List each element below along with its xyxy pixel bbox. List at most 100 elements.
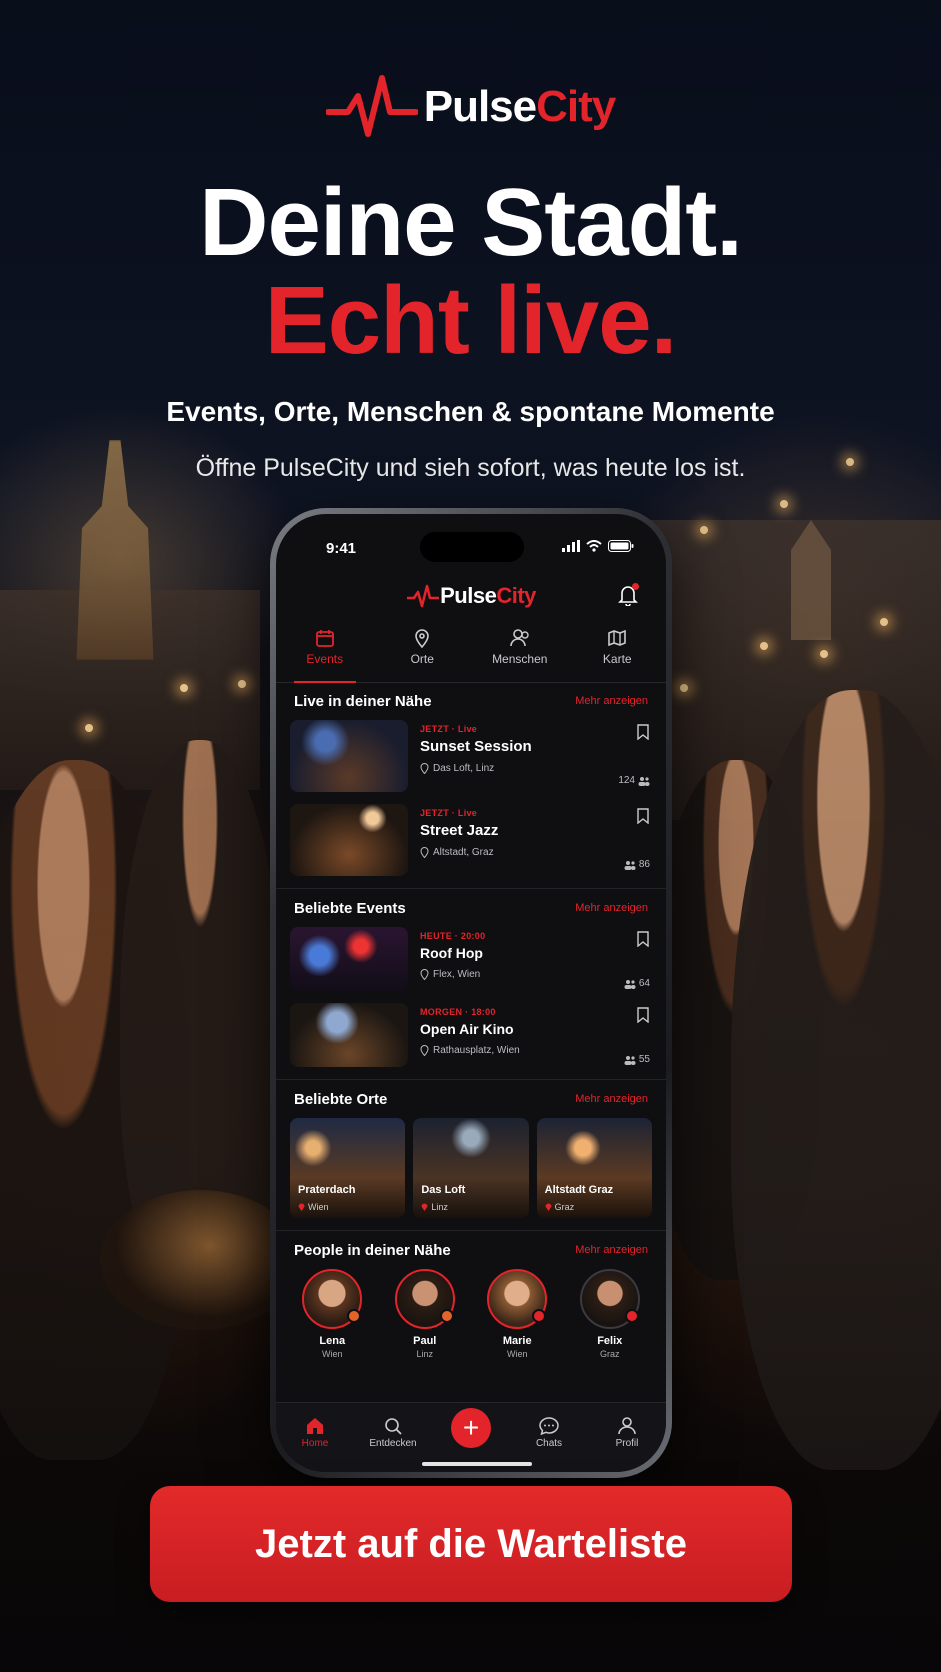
event-card[interactable]: JETZT · Live Street Jazz Altstadt, Graz … — [290, 804, 652, 878]
signal-icon — [562, 540, 580, 552]
status-badge — [532, 1309, 547, 1323]
person-name: Marie — [502, 1335, 532, 1347]
event-title: Street Jazz — [420, 822, 499, 839]
attendee-count: 86 — [624, 859, 650, 870]
section-live-header: Live in deiner Nähe Mehr anzeigen — [276, 682, 666, 720]
location-text: Flex, Wien — [433, 969, 481, 980]
event-card[interactable]: JETZT · Live Sunset Session Das Loft, Li… — [290, 720, 652, 794]
person-item[interactable]: Felix Graz — [570, 1269, 650, 1359]
nav-home[interactable]: Home — [285, 1417, 345, 1449]
people-icon — [638, 776, 650, 786]
notification-button[interactable] — [618, 583, 639, 611]
section-title: Beliebte Events — [294, 899, 406, 917]
nav-entdecken[interactable]: Entdecken — [363, 1417, 423, 1449]
person-item[interactable]: Paul Linz — [385, 1269, 465, 1359]
place-city: Wien — [298, 1202, 329, 1212]
place-city: Graz — [545, 1202, 575, 1212]
location-text: Altstadt, Graz — [433, 847, 494, 858]
place-name: Altstadt Graz — [544, 1184, 614, 1196]
location-text: Rathausplatz, Wien — [433, 1045, 520, 1056]
place-city-text: Linz — [431, 1202, 448, 1212]
event-title: Roof Hop — [420, 945, 483, 961]
bookmark-icon[interactable] — [636, 1007, 650, 1023]
waitlist-button[interactable]: Jetzt auf die Warteliste — [150, 1486, 792, 1602]
avatar — [487, 1269, 548, 1329]
section-title: Beliebte Orte — [294, 1090, 388, 1108]
person-name: Lena — [319, 1335, 346, 1347]
plus-icon: + — [451, 1407, 491, 1448]
subtitle: Events, Orte, Menschen & spontane Moment… — [166, 396, 775, 427]
app-wordmark: PulseCity — [440, 583, 536, 609]
more-link[interactable]: Mehr anzeigen — [575, 1093, 648, 1105]
person-city: Graz — [599, 1349, 620, 1359]
avatar — [302, 1269, 363, 1329]
nav-label: Chats — [535, 1437, 563, 1449]
nav-profil[interactable]: Profil — [597, 1416, 657, 1449]
place-card[interactable]: Altstadt Graz Graz — [536, 1118, 652, 1218]
nav-chats[interactable]: Chats — [519, 1416, 579, 1449]
more-link[interactable]: Mehr anzeigen — [575, 695, 648, 707]
count-text: 124 — [618, 775, 635, 786]
status-badge — [347, 1309, 362, 1323]
pin-icon — [420, 1045, 429, 1056]
place-card[interactable]: Das Loft Linz — [413, 1118, 529, 1218]
tab-events[interactable]: Events — [276, 622, 374, 683]
person-city: Wien — [506, 1349, 528, 1359]
people-icon — [509, 629, 529, 647]
count-text: 86 — [638, 859, 650, 870]
tab-menschen[interactable]: Menschen — [471, 622, 569, 682]
home-icon — [307, 1417, 323, 1434]
event-title: Sunset Session — [420, 738, 532, 755]
bookmark-icon[interactable] — [636, 931, 650, 947]
pin-icon — [415, 629, 430, 648]
count-text: 64 — [638, 978, 650, 989]
pin-icon — [298, 1203, 305, 1211]
bookmark-icon[interactable] — [636, 724, 650, 740]
place-city-text: Wien — [308, 1202, 329, 1212]
section-title: Live in deiner Nähe — [294, 692, 432, 710]
event-thumbnail — [290, 1003, 408, 1067]
section-popular-header: Beliebte Events Mehr anzeigen — [276, 889, 666, 927]
wifi-icon — [586, 540, 602, 552]
nav-create[interactable]: + — [441, 1407, 501, 1448]
person-item[interactable]: Lena Wien — [292, 1269, 372, 1359]
dynamic-island — [420, 532, 524, 562]
bookmark-icon[interactable] — [636, 808, 650, 824]
event-title: Open Air Kino — [420, 1021, 514, 1037]
user-icon — [618, 1416, 636, 1434]
pin-icon — [421, 1203, 428, 1211]
place-card[interactable]: Praterdach Wien — [290, 1118, 406, 1218]
section-people-header: People in deiner Nähe Mehr anzeigen — [276, 1231, 666, 1269]
places-row: Praterdach Wien Das Loft Linz Altstadt G… — [276, 1118, 666, 1218]
place-city-text: Graz — [554, 1202, 575, 1212]
brand-logo: PulseCity — [0, 72, 941, 142]
status-badge — [439, 1309, 454, 1323]
tab-karte[interactable]: Karte — [569, 622, 667, 682]
calendar-icon — [315, 630, 334, 647]
more-link[interactable]: Mehr anzeigen — [575, 1244, 648, 1256]
event-card[interactable]: MORGEN · 18:00 Open Air Kino Rathausplat… — [290, 1003, 652, 1069]
people-icon — [624, 860, 636, 870]
nav-label: Profil — [615, 1437, 639, 1449]
event-tag: HEUTE · 20:00 — [420, 931, 486, 941]
event-card[interactable]: HEUTE · 20:00 Roof Hop Flex, Wien 64 — [290, 927, 652, 993]
person-city: Linz — [416, 1349, 433, 1359]
section-title: People in deiner Nähe — [294, 1241, 451, 1259]
brand-part-2: City — [536, 82, 616, 131]
people-icon — [624, 1055, 636, 1065]
pin-icon — [420, 969, 429, 980]
chat-icon — [539, 1416, 559, 1435]
tagline: Öffne PulseCity und sieh sofort, was heu… — [195, 454, 746, 482]
more-link[interactable]: Mehr anzeigen — [575, 902, 648, 914]
place-name: Praterdach — [298, 1184, 356, 1196]
tab-orte[interactable]: Orte — [374, 622, 472, 682]
event-location: Das Loft, Linz — [420, 763, 652, 774]
app-brand-part-2: City — [496, 583, 536, 608]
brand-wordmark: PulseCity — [424, 82, 617, 132]
home-indicator — [422, 1462, 532, 1466]
person-name: Felix — [597, 1335, 623, 1347]
person-item[interactable]: Marie Wien — [477, 1269, 557, 1359]
status-badge — [624, 1309, 639, 1323]
person-name: Paul — [413, 1335, 437, 1347]
search-icon — [385, 1417, 402, 1435]
